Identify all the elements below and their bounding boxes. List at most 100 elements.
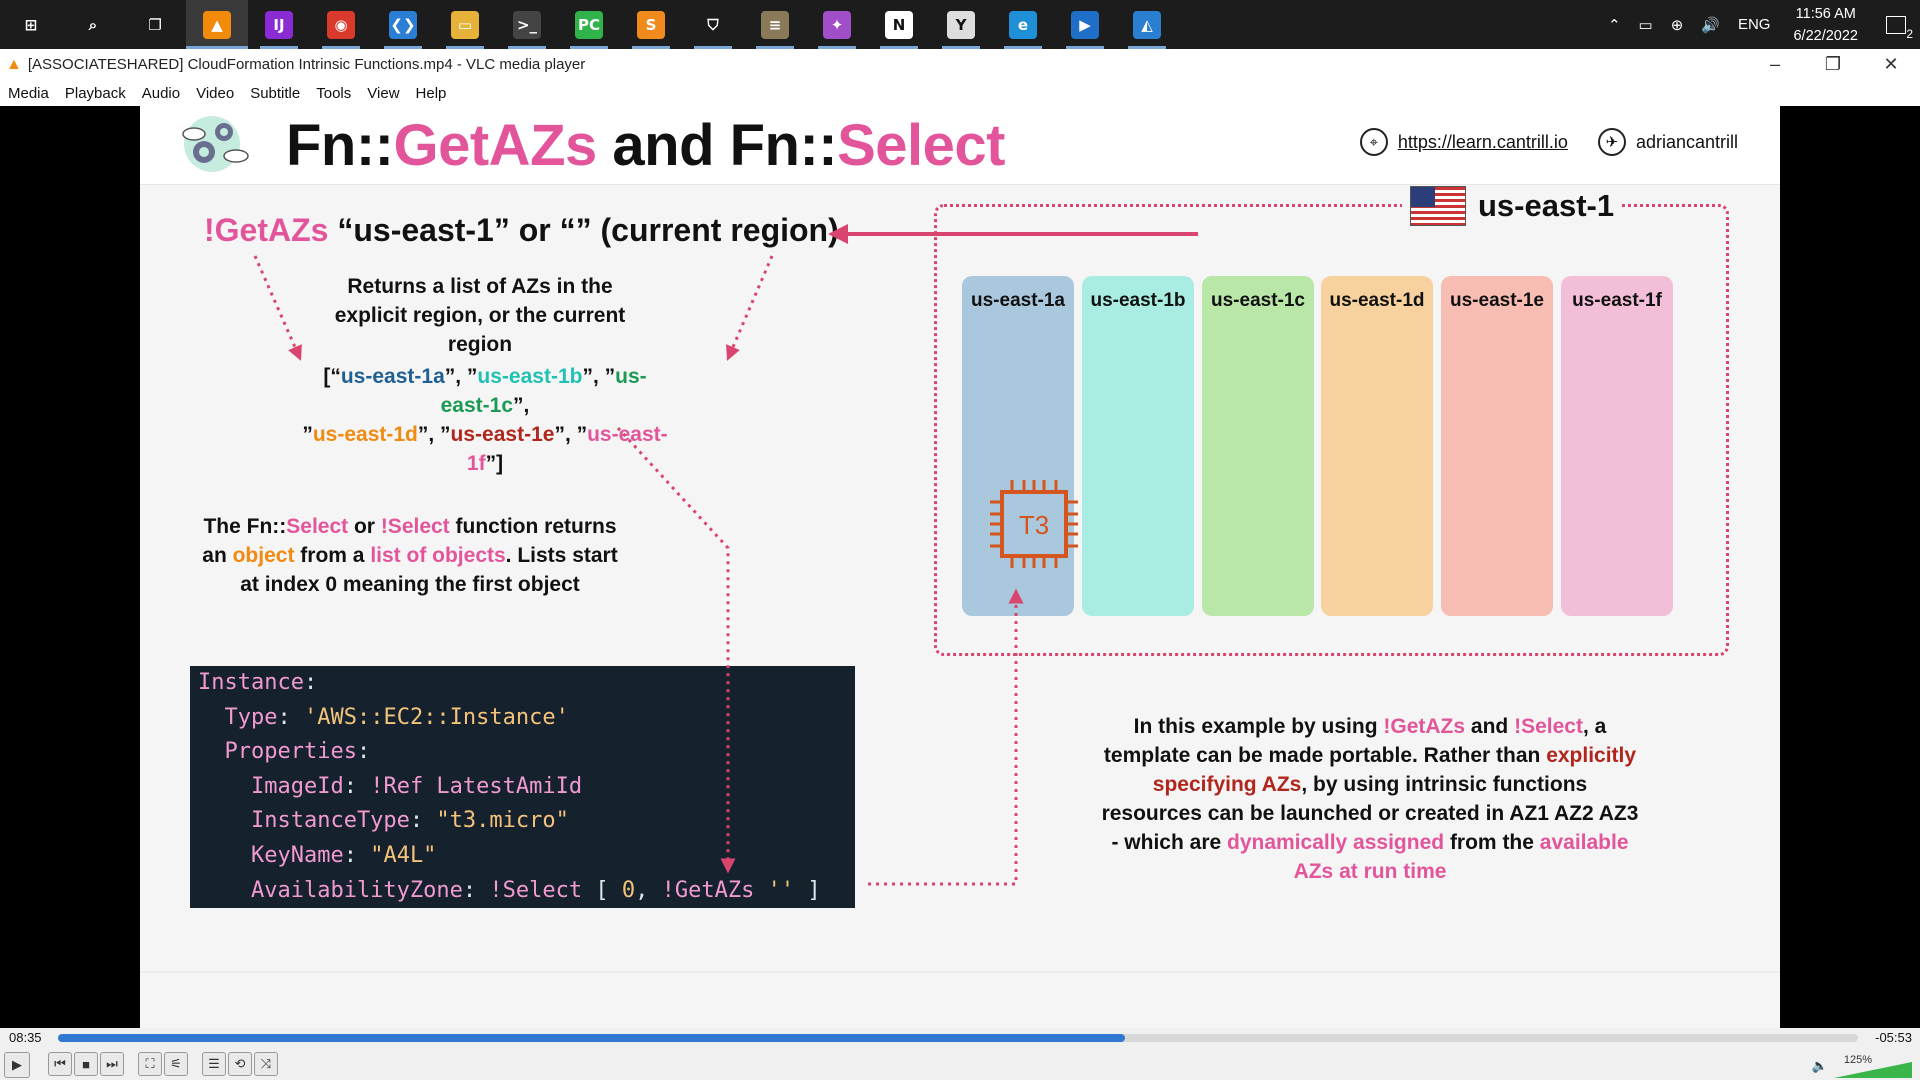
menu-help[interactable]: Help bbox=[408, 85, 455, 102]
fullscreen-icon: ⛶ bbox=[145, 1056, 155, 1071]
seek-bar[interactable] bbox=[58, 1034, 1858, 1042]
photos-icon-glyph: ◭ bbox=[1133, 10, 1161, 39]
menu-media[interactable]: Media bbox=[0, 85, 57, 102]
edge-icon-glyph: e bbox=[1009, 10, 1037, 39]
file-explorer-icon-glyph: ▭ bbox=[451, 10, 479, 39]
shuffle-button[interactable]: ⤨ bbox=[254, 1052, 278, 1076]
start-icon[interactable]: ⊞ bbox=[0, 0, 62, 49]
menu-subtitle[interactable]: Subtitle bbox=[242, 85, 308, 102]
notion-icon-glyph: N bbox=[885, 10, 913, 39]
vscode-icon-glyph: ❮❯ bbox=[389, 10, 417, 39]
menu-playback[interactable]: Playback bbox=[57, 85, 134, 102]
next-icon: ⏭ bbox=[106, 1056, 118, 1071]
vlc-cone-icon: ▲ bbox=[6, 55, 22, 73]
ex-highlight: dynamically assigned bbox=[1227, 831, 1445, 854]
search-icon-glyph: ⌕ bbox=[79, 10, 107, 39]
notion-icon[interactable]: N bbox=[868, 0, 930, 49]
connector-overlay bbox=[140, 224, 1780, 973]
intellij-icon[interactable]: IJ bbox=[248, 0, 310, 49]
system-tray: ⌃ ▭ ⊕ 🔊 ENG 11:56 AM 6/22/2022 2 bbox=[1599, 0, 1920, 49]
media-app-icon[interactable]: ✦ bbox=[806, 0, 868, 49]
clock-app-icon[interactable]: Y bbox=[930, 0, 992, 49]
stop-button[interactable]: ■ bbox=[74, 1052, 98, 1076]
close-button[interactable]: ✕ bbox=[1862, 49, 1920, 80]
dotted-arrow-list-to-code bbox=[616, 426, 736, 874]
elapsed-time: 08:35 bbox=[9, 1030, 42, 1045]
terminal-icon[interactable]: >_ bbox=[496, 0, 558, 49]
menu-audio[interactable]: Audio bbox=[134, 85, 188, 102]
media-player-icon-glyph: ▶ bbox=[1071, 10, 1099, 39]
security-icon[interactable]: ⛉ bbox=[682, 0, 744, 49]
play-button[interactable]: ▶ bbox=[4, 1052, 30, 1078]
pycharm-icon-glyph: PC bbox=[575, 10, 603, 39]
volume-slider[interactable] bbox=[1834, 1062, 1912, 1078]
playlist-icon: ☰ bbox=[208, 1056, 220, 1071]
ex-text: from the bbox=[1444, 831, 1540, 854]
play-icon: ▶ bbox=[12, 1057, 22, 1072]
loop-icon: ⟲ bbox=[234, 1056, 246, 1071]
stack-app-icon[interactable]: ≡ bbox=[744, 0, 806, 49]
stack-app-icon-glyph: ≡ bbox=[761, 10, 789, 39]
dotted-arrow-left bbox=[253, 255, 302, 361]
file-explorer-icon[interactable]: ▭ bbox=[434, 0, 496, 49]
search-icon[interactable]: ⌕ bbox=[62, 0, 124, 49]
media-player-icon[interactable]: ▶ bbox=[1054, 0, 1116, 49]
ex-text: and bbox=[1465, 715, 1515, 738]
extended-settings-icon: ⚟ bbox=[170, 1056, 182, 1071]
window-title: [ASSOCIATESHARED] CloudFormation Intrins… bbox=[27, 56, 586, 73]
clock-date: 6/22/2022 bbox=[1793, 27, 1858, 44]
previous-button[interactable]: ⏮ bbox=[48, 1052, 72, 1076]
sublime-icon[interactable]: S bbox=[620, 0, 682, 49]
loop-button[interactable]: ⟲ bbox=[228, 1052, 252, 1076]
edge-icon[interactable]: e bbox=[992, 0, 1054, 49]
start-icon-glyph: ⊞ bbox=[17, 10, 45, 39]
ex-text: In this example by using bbox=[1133, 715, 1384, 738]
sublime-icon-glyph: S bbox=[637, 10, 665, 39]
battery-icon[interactable]: ▭ bbox=[1630, 16, 1662, 34]
notifications-count: 2 bbox=[1906, 26, 1913, 41]
video-area[interactable]: Fn::GetAZs and Fn::Select ⌖ https://lear… bbox=[0, 106, 1920, 1028]
language-indicator[interactable]: ENG bbox=[1729, 16, 1780, 33]
window-titlebar: ▲ [ASSOCIATESHARED] CloudFormation Intri… bbox=[0, 49, 1920, 80]
clock[interactable]: 11:56 AM 6/22/2022 bbox=[1779, 3, 1872, 47]
intellij-icon-glyph: IJ bbox=[265, 10, 293, 39]
task-view-icon-glyph: ❐ bbox=[141, 10, 169, 39]
menu-bar: Media Playback Audio Video Subtitle Tools View… bbox=[0, 80, 1920, 106]
vlc-icon[interactable]: ▲ bbox=[186, 0, 248, 49]
clock-app-icon-glyph: Y bbox=[947, 10, 975, 39]
stop-icon: ■ bbox=[82, 1056, 90, 1072]
menu-video[interactable]: Video bbox=[188, 85, 242, 102]
pycharm-icon[interactable]: PC bbox=[558, 0, 620, 49]
ex-highlight: !Select bbox=[1514, 715, 1583, 738]
extended-settings-button[interactable]: ⚟ bbox=[164, 1052, 188, 1076]
remaining-time[interactable]: -05:53 bbox=[1875, 1030, 1912, 1045]
dotted-arrow-code-to-chip bbox=[868, 588, 1024, 886]
minimize-button[interactable]: – bbox=[1746, 49, 1804, 80]
volume-slider-fill bbox=[1834, 1062, 1912, 1078]
security-icon-glyph: ⛉ bbox=[699, 10, 727, 39]
menu-tools[interactable]: Tools bbox=[308, 85, 359, 102]
vlc-icon-glyph: ▲ bbox=[203, 10, 231, 39]
chrome-icon-glyph: ◉ bbox=[327, 10, 355, 39]
speaker-icon[interactable]: 🔈 bbox=[1812, 1058, 1828, 1074]
fullscreen-button[interactable]: ⛶ bbox=[138, 1052, 162, 1076]
photos-icon[interactable]: ◭ bbox=[1116, 0, 1178, 49]
next-button[interactable]: ⏭ bbox=[100, 1052, 124, 1076]
volume-icon[interactable]: 🔊 bbox=[1692, 16, 1729, 34]
previous-icon: ⏮ bbox=[54, 1056, 66, 1071]
vscode-icon[interactable]: ❮❯ bbox=[372, 0, 434, 49]
menu-view[interactable]: View bbox=[359, 85, 407, 102]
example-description: In this example by using !GetAZs and !Se… bbox=[1100, 712, 1640, 886]
task-view-icon[interactable]: ❐ bbox=[124, 0, 186, 49]
clock-time: 11:56 AM bbox=[1795, 5, 1856, 22]
playlist-button[interactable]: ☰ bbox=[202, 1052, 226, 1076]
seek-bar-fill bbox=[58, 1034, 1126, 1042]
media-app-icon-glyph: ✦ bbox=[823, 10, 851, 39]
tray-chevron-icon[interactable]: ⌃ bbox=[1599, 16, 1630, 34]
network-icon[interactable]: ⊕ bbox=[1662, 16, 1693, 34]
slide: Fn::GetAZs and Fn::Select ⌖ https://lear… bbox=[140, 106, 1780, 1028]
chrome-icon[interactable]: ◉ bbox=[310, 0, 372, 49]
restore-button[interactable]: ❐ bbox=[1804, 49, 1862, 80]
notifications-icon[interactable]: 2 bbox=[1872, 15, 1920, 41]
dotted-arrow-right bbox=[726, 255, 774, 361]
